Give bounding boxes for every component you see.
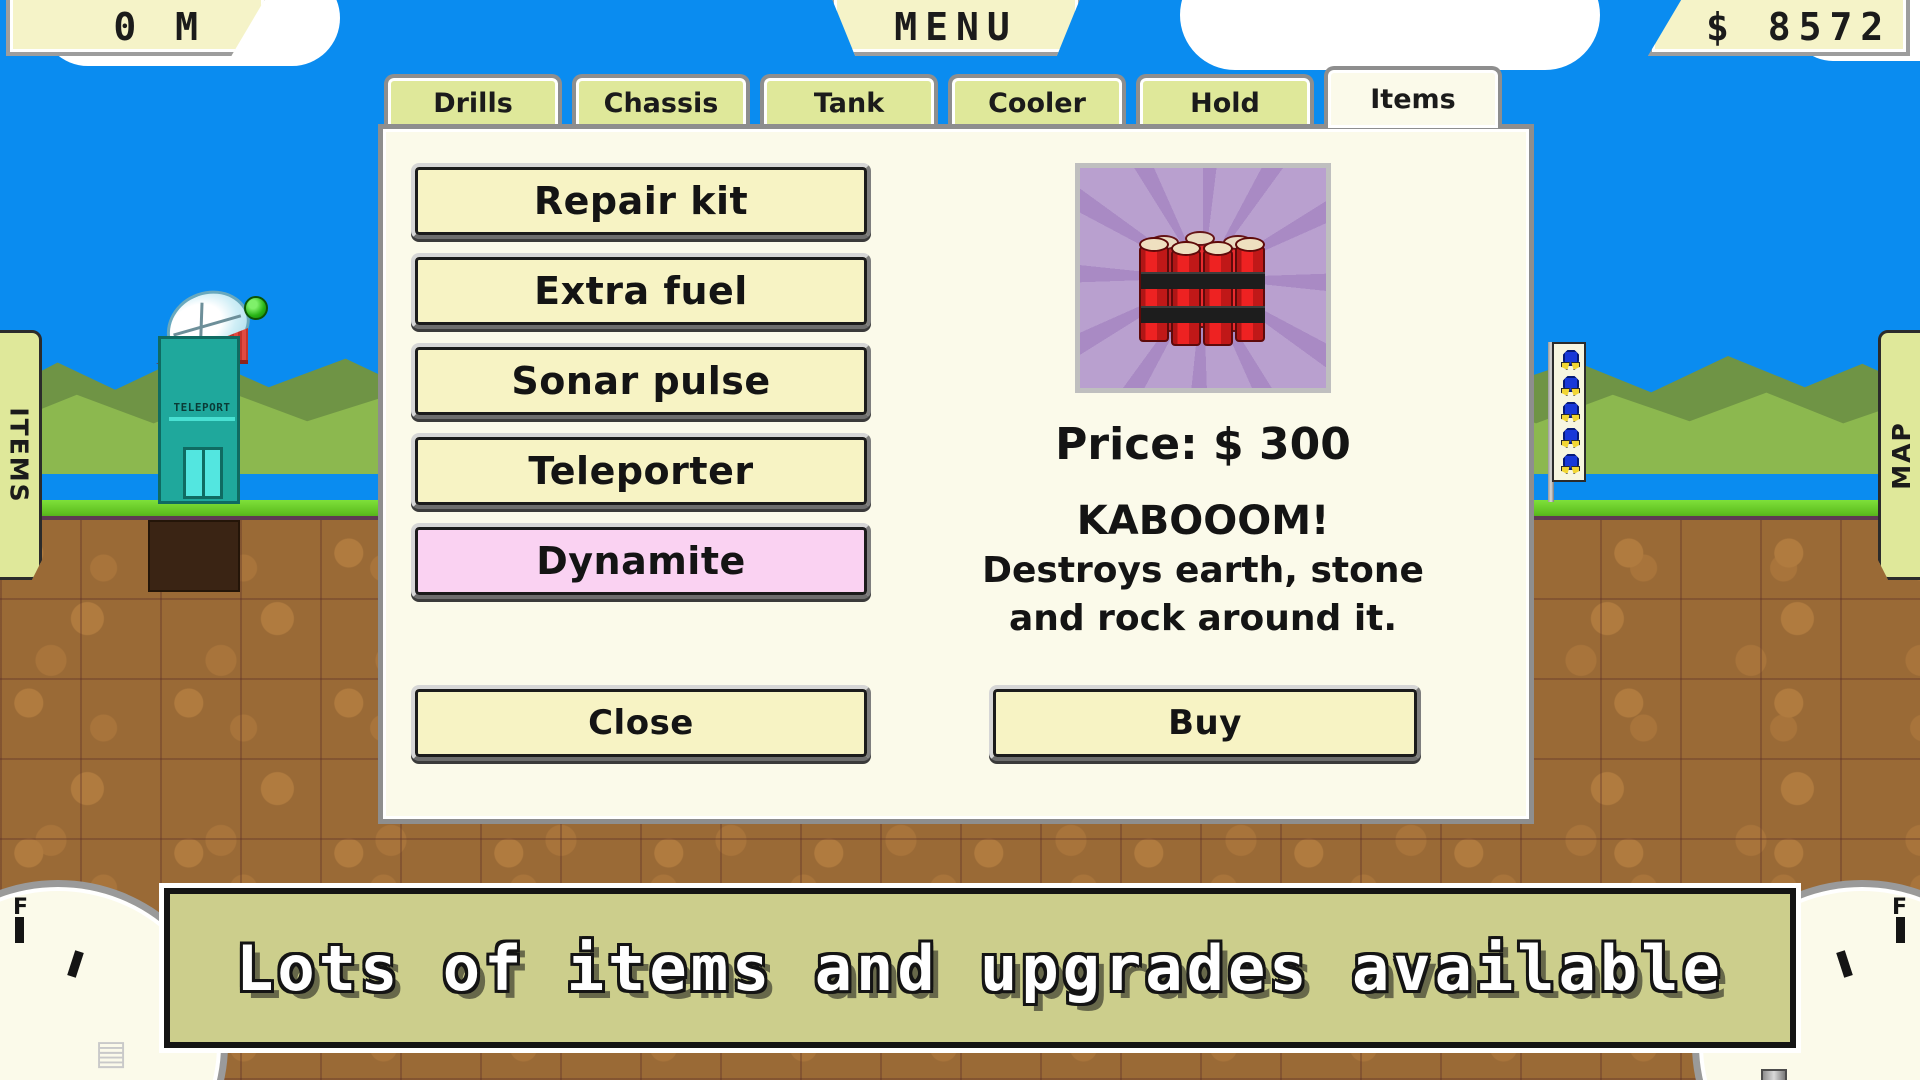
tab-tank-label: Tank [813,87,885,119]
tab-hold-label: Hold [1190,87,1260,119]
buy-button[interactable]: Buy [989,685,1421,761]
fuel-tick-mid [67,950,84,978]
tab-hold[interactable]: Hold [1136,74,1314,128]
item-desc-title: KABOOOM! [1076,498,1330,544]
tip-banner: Lots of items and upgrades available [164,888,1796,1048]
gauge-pipe [1761,1069,1787,1080]
cloud-icon [1300,0,1520,25]
teleport-sign-label: TELEPORT [173,401,231,414]
shop-tabstrip: Drills Chassis Tank Cooler Hold Items [378,66,1534,128]
signpost-board [1552,342,1586,482]
menu-title-label: MENU [894,5,1018,49]
cargo-crate-icon: ▤ [95,1033,128,1073]
item-detail-panel: Price: $ 300 KABOOOM! Destroys earth, st… [903,163,1503,641]
item-list: Repair kit Extra fuel Sonar pulse Telepo… [411,163,871,613]
item-button-extra-fuel-label: Extra fuel [534,269,748,313]
medal-icon [1561,402,1581,422]
shop-window: Drills Chassis Tank Cooler Hold Items Re… [378,66,1534,878]
tab-drills-label: Drills [433,87,513,119]
medal-icon [1561,428,1581,448]
tab-chassis-label: Chassis [603,87,719,119]
dynamite-band [1141,272,1265,289]
tab-items[interactable]: Items [1324,66,1502,128]
money-readout: $ 8572 [1648,0,1910,56]
money-value: $ 8572 [1706,5,1892,49]
fuel-tick-full [15,917,24,943]
game-screen: TELEPORT 0 M MENU $ 8572 ITEMS MAP Drill… [0,0,1920,1080]
item-button-repair-kit[interactable]: Repair kit [411,163,871,239]
dynamite-band [1141,306,1265,323]
tab-tank[interactable]: Tank [760,74,938,128]
tab-cooler-label: Cooler [988,87,1086,119]
item-desc-line-2: and rock around it. [1008,598,1398,640]
medal-icon [1561,350,1581,370]
dish-knob-icon [244,296,268,320]
item-desc-line-1: Destroys earth, stone [982,550,1424,591]
medal-icon [1561,376,1581,396]
fuel-tick-mid [1836,950,1853,978]
close-button[interactable]: Close [411,685,871,761]
sign-underline [169,417,235,421]
item-button-sonar-pulse-label: Sonar pulse [511,359,771,403]
sidebar-item-items[interactable]: ITEMS [0,330,42,580]
item-button-teleporter[interactable]: Teleporter [411,433,871,509]
building-door [183,447,223,499]
teleport-building[interactable]: TELEPORT [154,277,268,504]
depth-readout: 0 M [6,0,268,56]
item-button-repair-kit-label: Repair kit [533,179,749,223]
item-price: Price: $ 300 [1055,419,1351,470]
sidebar-item-map[interactable]: MAP [1878,330,1920,580]
item-button-extra-fuel[interactable]: Extra fuel [411,253,871,329]
building-body: TELEPORT [158,336,240,504]
item-button-teleporter-label: Teleporter [528,449,754,493]
fuel-tick-full [1896,917,1905,943]
tab-chassis[interactable]: Chassis [572,74,750,128]
tab-drills[interactable]: Drills [384,74,562,128]
depth-value: 0 M [113,5,206,49]
dynamite-bundle-icon [1139,210,1267,346]
item-button-dynamite-label: Dynamite [536,539,746,583]
item-button-dynamite[interactable]: Dynamite [411,523,871,599]
item-button-sonar-pulse[interactable]: Sonar pulse [411,343,871,419]
medal-icon [1561,454,1581,474]
shop-panel: Repair kit Extra fuel Sonar pulse Telepo… [378,124,1534,824]
item-icon-frame [1075,163,1331,393]
mine-shaft-hole [148,520,240,592]
sidebar-item-items-label: ITEMS [4,406,34,504]
shop-action-row: Close Buy [411,685,1511,761]
menu-title-plate[interactable]: MENU [830,0,1082,56]
tab-items-label: Items [1370,83,1456,115]
tab-cooler[interactable]: Cooler [948,74,1126,128]
buy-button-label: Buy [1168,703,1242,743]
tip-banner-text: Lots of items and upgrades available [236,931,1724,1005]
medal-signpost[interactable] [1548,342,1586,502]
sidebar-item-map-label: MAP [1886,420,1916,490]
close-button-label: Close [588,703,694,743]
